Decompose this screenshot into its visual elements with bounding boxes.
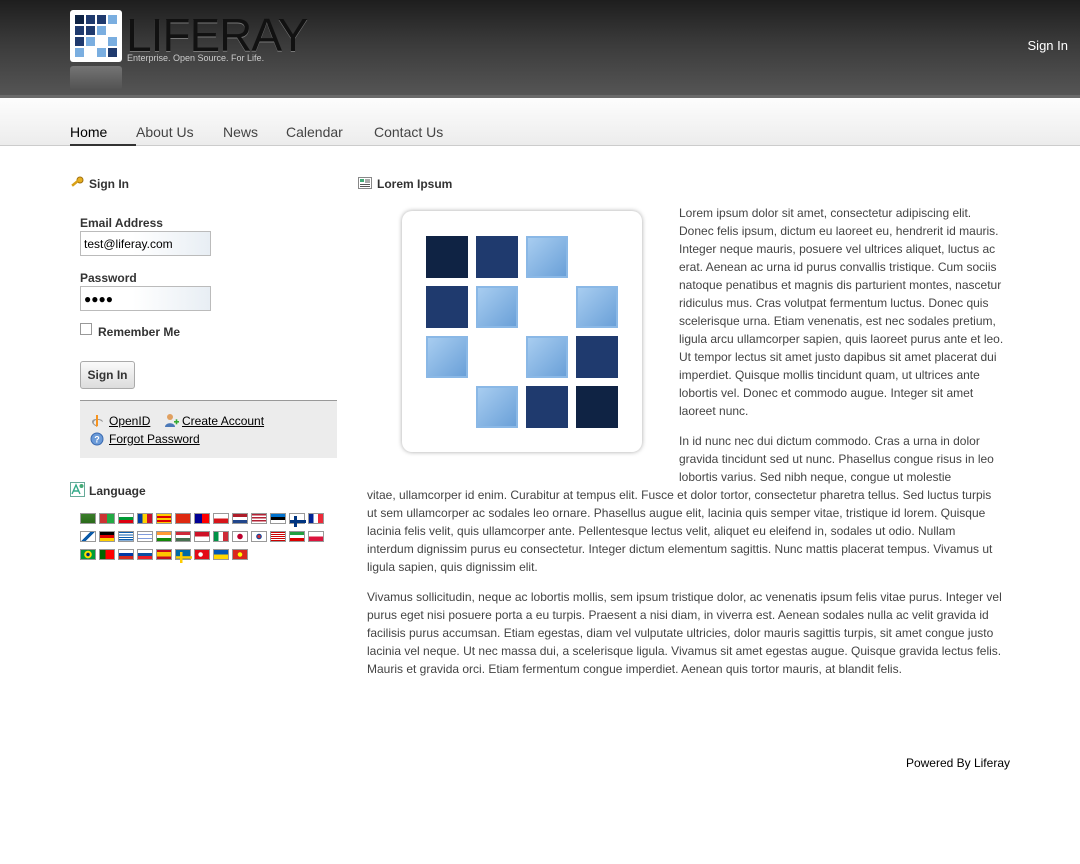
logo-square bbox=[476, 286, 518, 328]
footer-powered-by: Powered By Liferay bbox=[905, 756, 1010, 770]
language-portlet-label: Language bbox=[89, 484, 146, 498]
flag-hindi[interactable] bbox=[156, 531, 172, 542]
flag-russian[interactable] bbox=[118, 549, 134, 560]
nav-about-us[interactable]: About Us bbox=[136, 124, 194, 140]
content-paragraph-2-start: In id nunc nec dui dictum commodo. Cras … bbox=[679, 434, 994, 484]
key-icon bbox=[70, 176, 84, 190]
sign-in-portlet-label: Sign In bbox=[89, 177, 129, 191]
language-portlet-title: Language bbox=[70, 482, 146, 498]
flag-czech[interactable] bbox=[213, 513, 229, 524]
nav-news[interactable]: News bbox=[223, 124, 258, 140]
logo-reflection bbox=[70, 66, 122, 90]
sign-in-button[interactable]: Sign In bbox=[80, 361, 135, 389]
flag-portuguese-brazil[interactable] bbox=[80, 549, 96, 560]
svg-text:?: ? bbox=[94, 435, 100, 445]
flag-japanese[interactable] bbox=[232, 531, 248, 542]
flag-estonian[interactable] bbox=[270, 513, 286, 524]
header-sign-in-link[interactable]: Sign In bbox=[1028, 38, 1068, 53]
content-paragraph-1: Lorem ipsum dolor sit amet, consectetur … bbox=[679, 206, 1004, 418]
flag-swedish[interactable] bbox=[175, 549, 192, 563]
liferay-logo[interactable]: LIFERAY Enterprise. Open Source. For Lif… bbox=[70, 9, 308, 90]
flag-french[interactable] bbox=[308, 513, 324, 524]
page-header: LIFERAY Enterprise. Open Source. For Lif… bbox=[0, 0, 1080, 98]
nav-home[interactable]: Home bbox=[70, 124, 136, 146]
nav-contact-us[interactable]: Contact Us bbox=[374, 124, 443, 140]
flag-finnish[interactable] bbox=[289, 513, 306, 527]
remember-me-label: Remember Me bbox=[98, 325, 181, 339]
content-paragraph-3: Vivamus sollicitudin, neque ac lobortis … bbox=[367, 590, 1002, 676]
flag-german[interactable] bbox=[99, 531, 115, 542]
flag-chinese-traditional[interactable] bbox=[194, 513, 210, 524]
logo-square bbox=[576, 386, 618, 428]
web-content-icon bbox=[358, 176, 372, 190]
flag-polish[interactable] bbox=[308, 531, 324, 542]
flag-arabic[interactable] bbox=[80, 513, 96, 524]
logo-square bbox=[426, 336, 468, 378]
logo-square bbox=[526, 236, 568, 278]
help-icon: ? bbox=[90, 432, 104, 451]
flag-basque[interactable] bbox=[99, 513, 115, 524]
logo-square bbox=[476, 236, 518, 278]
flag-english[interactable] bbox=[251, 513, 267, 524]
flag-catalan[interactable] bbox=[156, 513, 172, 524]
flag-portuguese[interactable] bbox=[99, 549, 115, 560]
flag-italian[interactable] bbox=[213, 531, 229, 542]
flag-ukrainian[interactable] bbox=[213, 549, 229, 560]
logo-square bbox=[526, 336, 568, 378]
create-account-link[interactable]: Create Account bbox=[182, 414, 264, 428]
logo-square bbox=[476, 386, 518, 428]
logo-square bbox=[576, 286, 618, 328]
logo-mark bbox=[70, 10, 122, 62]
flag-chinese-simplified[interactable] bbox=[175, 513, 191, 524]
flag-spanish[interactable] bbox=[156, 549, 172, 560]
flag-persian[interactable] bbox=[289, 531, 305, 542]
main-navigation: Home About Us News Calendar Contact Us bbox=[0, 98, 1080, 146]
flag-turkish[interactable] bbox=[194, 549, 210, 560]
forgot-password-link[interactable]: Forgot Password bbox=[109, 432, 200, 446]
email-field[interactable] bbox=[80, 231, 211, 256]
flag-bulgarian[interactable] bbox=[118, 513, 134, 524]
content-portlet-title: Lorem Ipsum bbox=[358, 176, 452, 191]
flag-indonesian[interactable] bbox=[194, 531, 210, 542]
logo-square bbox=[426, 286, 468, 328]
flag-dutch[interactable] bbox=[232, 513, 248, 524]
logo-square bbox=[526, 386, 568, 428]
openid-link[interactable]: OpenID bbox=[109, 414, 150, 428]
logo-square bbox=[426, 236, 468, 278]
flag-malay[interactable] bbox=[270, 531, 286, 542]
nav-calendar[interactable]: Calendar bbox=[286, 124, 343, 140]
content-title: Lorem Ipsum bbox=[377, 177, 453, 191]
flag-slovak[interactable] bbox=[137, 549, 153, 560]
email-label: Email Address bbox=[80, 216, 163, 230]
flag-vietnamese[interactable] bbox=[232, 549, 248, 560]
flag-korean[interactable] bbox=[251, 531, 267, 542]
add-user-icon bbox=[164, 413, 179, 433]
flag-hungarian[interactable] bbox=[175, 531, 191, 542]
flag-galician[interactable] bbox=[80, 531, 96, 542]
password-label: Password bbox=[80, 271, 137, 285]
language-icon bbox=[70, 482, 85, 497]
flag-greek[interactable] bbox=[118, 531, 134, 542]
password-field[interactable] bbox=[80, 286, 211, 311]
openid-icon bbox=[90, 414, 104, 433]
logo-square bbox=[576, 336, 618, 378]
sign-in-portlet-title: Sign In bbox=[70, 176, 129, 191]
logo-tagline: Enterprise. Open Source. For Life. bbox=[127, 53, 265, 63]
login-navigation: OpenID Create Account ? Forgot Password bbox=[80, 400, 337, 458]
flag-hebrew[interactable] bbox=[137, 531, 153, 542]
flag-catalan-andorra[interactable] bbox=[137, 513, 153, 524]
liferay-logo-image bbox=[402, 211, 642, 452]
content-paragraph-2-end: vitae, ullamcorper id enim. Curabitur at… bbox=[367, 488, 993, 574]
remember-me-checkbox[interactable] bbox=[80, 323, 92, 335]
